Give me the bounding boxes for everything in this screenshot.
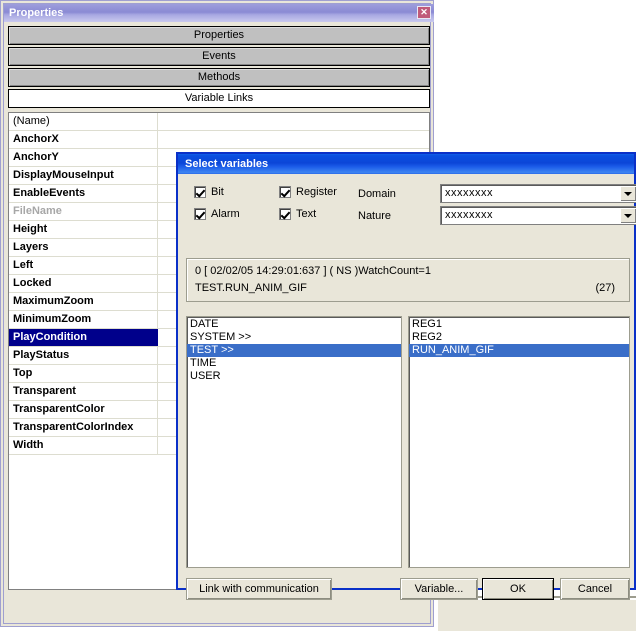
property-name: Transparent xyxy=(9,383,158,400)
info-line-timestamp: 0 [ 02/02/05 14:29:01:637 ] ( NS )WatchC… xyxy=(195,265,431,277)
tab-properties[interactable]: Properties xyxy=(8,26,430,45)
ok-button[interactable]: OK xyxy=(482,578,554,600)
list-item[interactable]: RUN_ANIM_GIF xyxy=(409,344,629,357)
property-name: AnchorX xyxy=(9,131,158,148)
property-name: Layers xyxy=(9,239,158,256)
property-name: Width xyxy=(9,437,158,454)
link-with-communication-button[interactable]: Link with communication xyxy=(186,578,332,600)
list-item[interactable]: SYSTEM >> xyxy=(187,331,401,344)
variable-button[interactable]: Variable... xyxy=(400,578,478,600)
property-name: DisplayMouseInput xyxy=(9,167,158,184)
checkbox-register-box[interactable] xyxy=(279,186,291,198)
property-value[interactable] xyxy=(159,113,429,130)
tab-events[interactable]: Events xyxy=(8,47,430,66)
variable-listbox[interactable]: REG1 REG2 RUN_ANIM_GIF xyxy=(408,316,630,568)
checkbox-bit[interactable]: Bit xyxy=(194,186,224,198)
variable-info-panel: 0 [ 02/02/05 14:29:01:637 ] ( NS )WatchC… xyxy=(186,258,630,302)
checkbox-text-box[interactable] xyxy=(279,208,291,220)
property-name: PlayCondition xyxy=(9,329,158,346)
checkbox-alarm-box[interactable] xyxy=(194,208,206,220)
dialog-titlebar[interactable]: Select variables xyxy=(178,154,634,174)
table-row[interactable]: (Name) xyxy=(9,113,429,131)
domain-value: xxxxxxxx xyxy=(445,187,493,199)
checkbox-register-label: Register xyxy=(296,186,337,198)
nature-label: Nature xyxy=(358,210,392,222)
info-line-variable: TEST.RUN_ANIM_GIF (27) xyxy=(195,280,621,297)
close-icon[interactable]: ✕ xyxy=(417,6,431,19)
chevron-down-icon[interactable] xyxy=(620,186,636,201)
checkbox-alarm[interactable]: Alarm xyxy=(194,208,240,220)
property-name: TransparentColorIndex xyxy=(9,419,158,436)
filter-area: Bit Alarm Register Text Domain Nature xx… xyxy=(186,180,636,232)
list-item[interactable]: DATE xyxy=(187,318,401,331)
select-variables-dialog: Select variables Bit Alarm Register Text… xyxy=(176,152,636,600)
property-name: MaximumZoom xyxy=(9,293,158,310)
property-name: TransparentColor xyxy=(9,401,158,418)
nature-combobox[interactable]: xxxxxxxx xyxy=(440,206,636,225)
list-item[interactable]: REG2 xyxy=(409,331,629,344)
property-name: (Name) xyxy=(9,113,158,130)
list-item[interactable]: TIME xyxy=(187,357,401,370)
property-name: EnableEvents xyxy=(9,185,158,202)
checkbox-bit-label: Bit xyxy=(211,186,224,198)
property-value[interactable] xyxy=(159,131,429,148)
cancel-button[interactable]: Cancel xyxy=(560,578,630,600)
nature-value: xxxxxxxx xyxy=(445,209,493,221)
domain-label: Domain xyxy=(358,188,396,200)
tab-methods[interactable]: Methods xyxy=(8,68,430,87)
property-name: Top xyxy=(9,365,158,382)
checkbox-register[interactable]: Register xyxy=(279,186,337,198)
list-item[interactable]: TEST >> xyxy=(187,344,401,357)
property-name: PlayStatus xyxy=(9,347,158,364)
info-variable-name: TEST.RUN_ANIM_GIF xyxy=(195,282,307,294)
checkbox-bit-box[interactable] xyxy=(194,186,206,198)
properties-title: Properties xyxy=(9,7,64,19)
property-name: Left xyxy=(9,257,158,274)
property-name: MinimumZoom xyxy=(9,311,158,328)
property-name: Locked xyxy=(9,275,158,292)
screen: Properties ✕ Properties Events Methods V… xyxy=(0,0,636,631)
table-row[interactable]: AnchorX xyxy=(9,131,429,149)
background-panel xyxy=(438,600,636,631)
domain-combobox[interactable]: xxxxxxxx xyxy=(440,184,636,203)
info-variable-count: (27) xyxy=(595,282,615,294)
domain-listbox[interactable]: DATE SYSTEM >> TEST >> TIME USER xyxy=(186,316,402,568)
chevron-down-icon[interactable] xyxy=(620,208,636,223)
list-item[interactable]: USER xyxy=(187,370,401,383)
dialog-body: Bit Alarm Register Text Domain Nature xx… xyxy=(178,174,636,600)
property-name: FileName xyxy=(9,203,158,220)
checkbox-alarm-label: Alarm xyxy=(211,208,240,220)
property-name: AnchorY xyxy=(9,149,158,166)
dialog-title: Select variables xyxy=(185,158,269,170)
list-item[interactable]: REG1 xyxy=(409,318,629,331)
checkbox-text[interactable]: Text xyxy=(279,208,316,220)
tab-variable-links[interactable]: Variable Links xyxy=(8,89,430,108)
property-name: Height xyxy=(9,221,158,238)
properties-titlebar[interactable]: Properties ✕ xyxy=(4,4,434,22)
checkbox-text-label: Text xyxy=(296,208,317,220)
properties-tabs: Properties Events Methods Variable Links xyxy=(8,26,430,110)
